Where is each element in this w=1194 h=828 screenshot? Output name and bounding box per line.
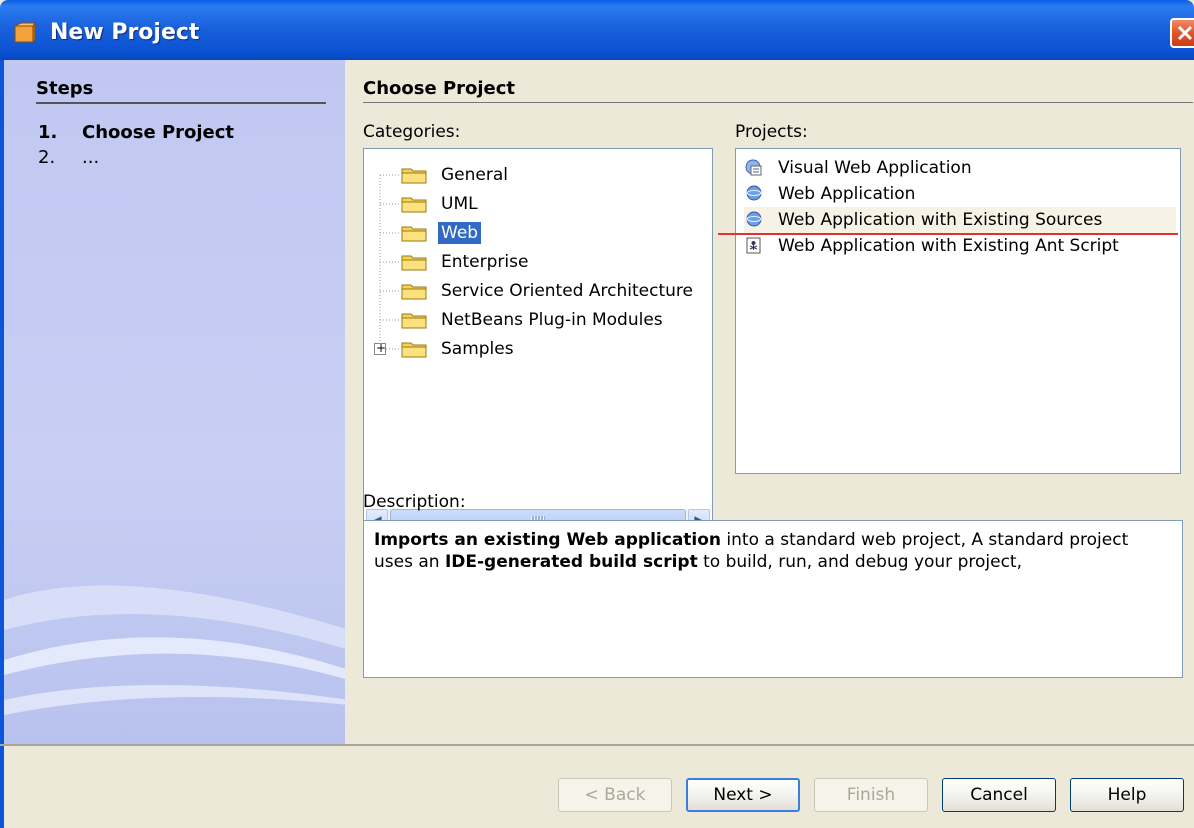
project-item-visual-web[interactable]: Visual Web Application (744, 155, 1176, 181)
category-label-selected: Web (436, 221, 483, 245)
netbeans-project-icon (14, 22, 36, 44)
categories-tree[interactable]: General UML Web Enterprise Service Orien… (363, 148, 713, 534)
button-bar: < Back Next > Finish Cancel Help (0, 746, 1194, 828)
visual-web-icon (745, 159, 762, 176)
category-label: Enterprise (441, 252, 529, 272)
globe-icon (746, 211, 762, 227)
folder-icon (401, 255, 427, 271)
step-label: ... (82, 147, 100, 168)
projects-list[interactable]: Visual Web Application Web Application W… (718, 148, 1181, 474)
next-button[interactable]: Next > (686, 778, 800, 812)
steps-title: Steps (36, 78, 94, 99)
category-item-general[interactable]: General (400, 162, 511, 188)
project-label: Web Application with Existing Sources (778, 210, 1103, 230)
tree-connector-lines (379, 174, 400, 350)
categories-label: Categories: (363, 122, 461, 142)
step-label: Choose Project (82, 122, 235, 143)
globe-icon (746, 185, 762, 201)
page-title: Choose Project (363, 78, 516, 99)
description-bold-1: Imports an existing Web application (374, 530, 722, 550)
folder-icon (401, 313, 427, 329)
description-text-2: to build, run, and debug your project, (697, 552, 1022, 572)
project-label: Web Application with Existing Ant Script (778, 236, 1119, 256)
folder-icon (401, 226, 427, 242)
category-label: NetBeans Plug-in Modules (441, 310, 663, 330)
folder-icon (401, 342, 427, 358)
folder-icon (401, 197, 427, 213)
description-box: Imports an existing Web application into… (363, 520, 1183, 678)
description-bold-2: IDE-generated build script (444, 552, 698, 572)
step-number: 2. (38, 147, 56, 168)
title-bar: New Project (0, 0, 1194, 60)
project-label: Web Application (778, 184, 916, 204)
category-item-enterprise[interactable]: Enterprise (400, 249, 531, 275)
project-item-web-existing-ant[interactable]: Web Application with Existing Ant Script (744, 233, 1176, 259)
close-button[interactable] (1170, 18, 1194, 48)
category-label: Samples (441, 339, 514, 359)
category-label: General (441, 165, 508, 185)
projects-label: Projects: (735, 122, 808, 142)
expand-toggle-icon[interactable]: + (374, 341, 386, 355)
folder-icon (401, 168, 427, 184)
ant-script-icon (746, 237, 761, 254)
category-item-web[interactable]: Web (400, 220, 483, 246)
category-label: UML (441, 194, 478, 214)
annotation-underline (718, 233, 1178, 235)
close-icon (1177, 25, 1193, 41)
category-item-netbeans-plugins[interactable]: NetBeans Plug-in Modules (400, 307, 666, 333)
category-item-soa[interactable]: Service Oriented Architecture (400, 278, 696, 304)
step-number: 1. (38, 122, 58, 143)
title-divider (363, 102, 1193, 103)
cancel-button[interactable]: Cancel (942, 778, 1056, 812)
project-item-web-existing-sources[interactable]: Web Application with Existing Sources (744, 207, 1176, 233)
step-item-choose-project: 1. Choose Project (38, 122, 234, 143)
project-item-web-application[interactable]: Web Application (744, 181, 1176, 207)
finish-button[interactable]: Finish (814, 778, 928, 812)
back-button[interactable]: < Back (558, 778, 672, 812)
decorative-swoosh (4, 585, 345, 715)
category-item-uml[interactable]: UML (400, 191, 481, 217)
category-item-samples[interactable]: Samples (400, 336, 517, 362)
project-label: Visual Web Application (778, 158, 972, 178)
description-label: Description: (363, 492, 466, 512)
step-item-next: 2.... (38, 147, 99, 168)
help-button[interactable]: Help (1070, 778, 1184, 812)
steps-pane: Steps 1. Choose Project 2.... (0, 60, 345, 744)
content-area: Choose Project Categories: Projects: Gen… (345, 60, 1194, 744)
category-label: Service Oriented Architecture (441, 281, 693, 301)
steps-divider (36, 102, 326, 104)
folder-icon (401, 284, 427, 300)
window-title: New Project (50, 20, 200, 45)
